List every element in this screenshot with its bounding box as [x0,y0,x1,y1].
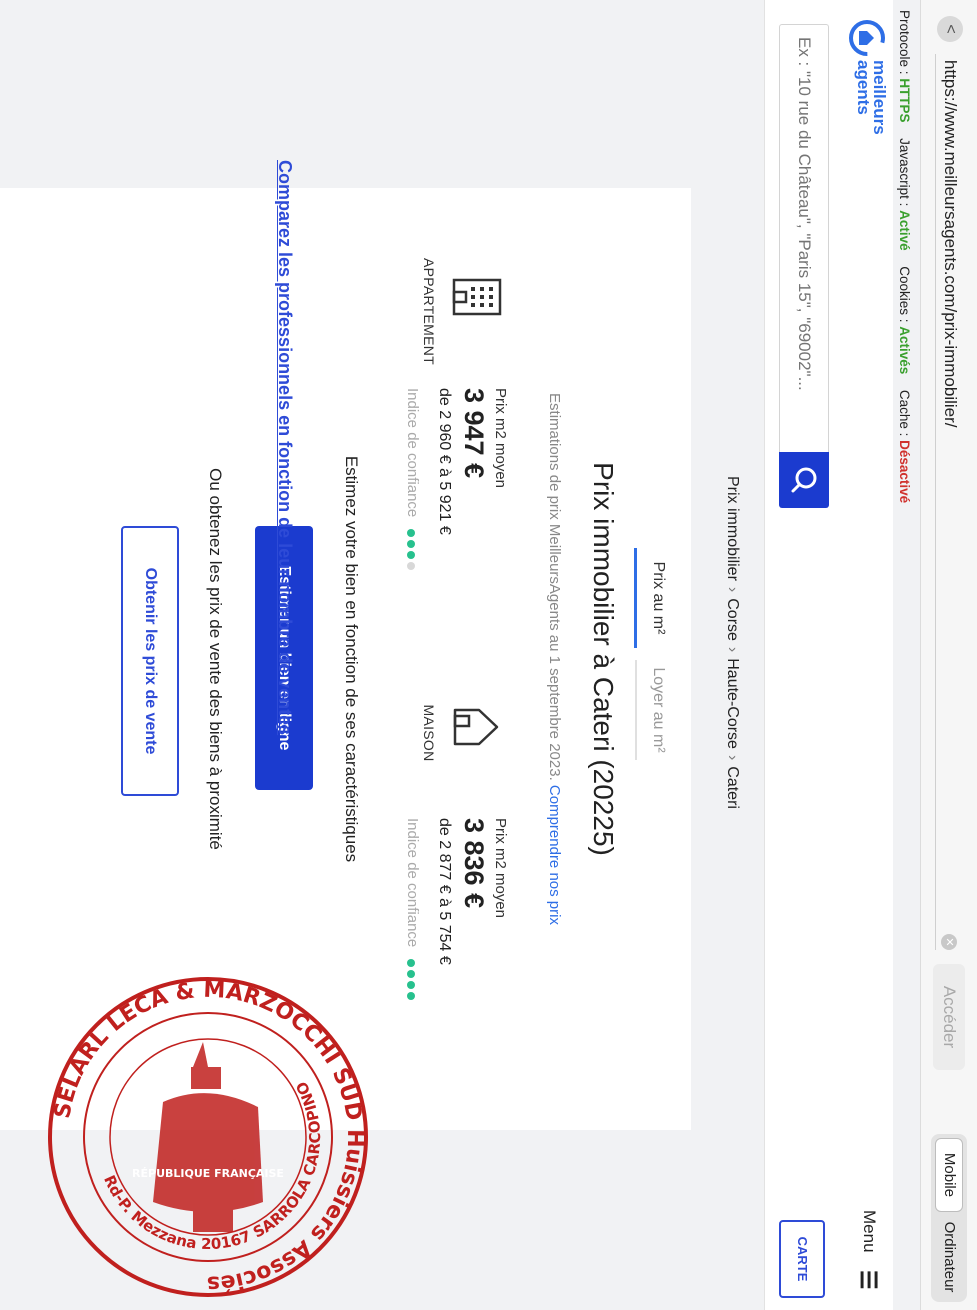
breadcrumb-separator: › [724,646,741,653]
confidence-dots [403,529,420,573]
breadcrumb-item[interactable]: Prix immobilier [724,476,741,581]
understand-prices-link[interactable]: Comprendre nos prix [546,785,563,925]
house-confidence: Indice de confiance [403,818,421,1003]
search-button[interactable] [779,452,829,508]
breadcrumb-separator: › [724,754,741,761]
svg-text:RÉPUBLIQUE FRANÇAISE: RÉPUBLIQUE FRANÇAISE [132,1167,284,1180]
url-field[interactable]: https://www.meilleursagents.com/prix-imm… [935,54,964,950]
house-price-caption: Prix m2 moyen [492,818,509,919]
confidence-dots [403,959,420,1003]
breadcrumb-item-current: Cateri [724,766,741,809]
house-icon [453,708,499,746]
confidence-dot [407,540,416,549]
bailiff-seal-logo: SELARL LECA & MARZOCCHI SUD Huissiers As… [48,977,368,1297]
apartment-confidence: Indice de confiance [403,388,421,573]
cache-label: Cache : [897,389,912,437]
confidence-dot [407,562,416,571]
javascript-value: Activé [897,210,912,251]
search-bar: CARTE [764,0,837,1310]
apartment-price-block: APPARTEMENT Prix m2 moyen 3 947 € de 2 9… [383,258,523,698]
house-price-block: MAISON Prix m2 moyen 3 836 € de 2 877 € … [383,688,523,1128]
address-search-input[interactable] [779,24,829,452]
confidence-dot [407,529,416,538]
logo-text[interactable]: meilleurs agents [854,34,889,154]
breadcrumb-item[interactable]: Corse [724,598,741,641]
confidence-label: Indice de confiance [404,818,421,948]
confidence-dot [407,992,416,1001]
browser-toolbar: < https://www.meilleursagents.com/prix-i… [920,0,977,1310]
logo-line2: agents [854,60,873,115]
apartment-price: 3 947 € [459,388,489,479]
bailiff-stamp: SELARL LECA & MARZOCCHI SUD Huissiers As… [43,972,373,1302]
confidence-label: Indice de confiance [404,388,421,518]
apartment-price-range: de 2 960 € à 5 921 € [436,388,453,535]
hamburger-menu-icon[interactable]: ☰ [856,1270,881,1290]
cookies-value: Activés [897,326,912,375]
get-sale-prices-button[interactable]: Obtenir les prix de vente [121,526,179,796]
breadcrumb: Prix immobilier › Corse › Haute-Corse › Cateri [723,476,741,809]
confidence-dot [407,981,416,990]
breadcrumb-separator: › [724,586,741,593]
page-title: Prix immobilier à Cateri (20225) [588,462,619,856]
clear-url-icon[interactable]: ✕ [941,934,957,950]
protocol-label: Protocole : [897,10,912,75]
desktop-mode-button[interactable]: Ordinateur [935,1216,963,1298]
view-mode-toggle: Mobile Ordinateur [931,1134,967,1302]
logo-line1: meilleurs [870,60,889,135]
site-header: meilleurs agents Menu ☰ [837,0,893,1310]
tab-prix-au-m2[interactable]: Prix au m² [634,548,671,648]
house-price: 3 836 € [459,818,489,909]
confidence-dot [407,959,416,968]
confidence-dot [407,970,416,979]
go-button[interactable]: Accéder [933,964,965,1070]
map-button[interactable]: CARTE [779,1220,825,1298]
cache-value: Désactivé [897,440,912,504]
apartment-building-icon [452,278,502,316]
mobile-mode-button[interactable]: Mobile [935,1138,963,1212]
tab-loyer-au-m2[interactable]: Loyer au m² [635,660,671,760]
back-button[interactable]: < [937,16,963,42]
cookies-label: Cookies : [897,266,912,323]
menu-label[interactable]: Menu [859,1210,879,1253]
status-line: Protocole : HTTPS Javascript : Activé Co… [895,10,913,503]
search-icon [791,467,817,493]
confidence-dot [407,551,416,560]
house-price-range: de 2 877 € à 5 754 € [436,818,453,965]
compare-professionals-link[interactable]: Comparez les professionnels en fonction … [274,160,295,735]
house-label: MAISON [421,704,437,762]
protocol-value: HTTPS [897,78,912,123]
price-tabs: Prix au m² Loyer au m² [634,548,671,768]
apartment-label: APPARTEMENT [421,258,437,366]
subtitle-text: Estimations de prix MeilleursAgents au 1… [546,393,563,781]
screenshot-stage: < https://www.meilleursagents.com/prix-i… [0,0,977,1310]
javascript-label: Javascript : [897,138,912,207]
apartment-price-caption: Prix m2 moyen [492,388,509,489]
breadcrumb-item[interactable]: Haute-Corse [724,658,741,749]
subtitle: Estimations de prix MeilleursAgents au 1… [546,188,563,1130]
